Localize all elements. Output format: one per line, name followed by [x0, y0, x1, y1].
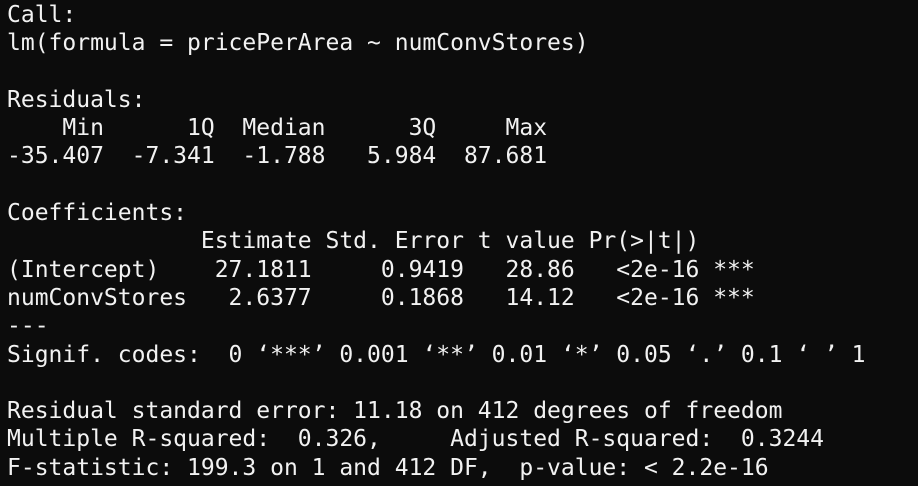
residuals-quantile-values: -35.407 -7.341 -1.788 5.984 87.681: [7, 143, 561, 170]
coefficient-row-numconvstores: numConvStores 2.6377 0.1868 14.12 <2e-16…: [7, 284, 755, 311]
residual-standard-error: Residual standard error: 11.18 on 412 de…: [7, 398, 783, 425]
r-squared-line: Multiple R-squared: 0.326, Adjusted R-sq…: [7, 426, 838, 453]
r-console-output: Call: lm(formula = pricePerArea ~ numCon…: [0, 0, 918, 486]
coefficient-row-intercept: (Intercept) 27.1811 0.9419 28.86 <2e-16 …: [7, 256, 755, 283]
coefficients-header: Coefficients:: [7, 200, 188, 227]
f-statistic-line: F-statistic: 199.3 on 1 and 412 DF, p-va…: [7, 454, 769, 481]
residuals-header: Residuals:: [7, 86, 146, 113]
residuals-quantile-labels: Min 1Q Median 3Q Max: [7, 115, 561, 142]
call-formula: lm(formula = pricePerArea ~ numConvStore…: [7, 30, 589, 57]
call-header: Call:: [7, 2, 77, 28]
coefficients-column-headers: Estimate Std. Error t value Pr(>|t|): [7, 228, 755, 255]
signif-codes: Signif. codes: 0 ‘***’ 0.001 ‘**’ 0.01 ‘…: [7, 341, 866, 368]
separator-line: ---: [7, 313, 49, 340]
